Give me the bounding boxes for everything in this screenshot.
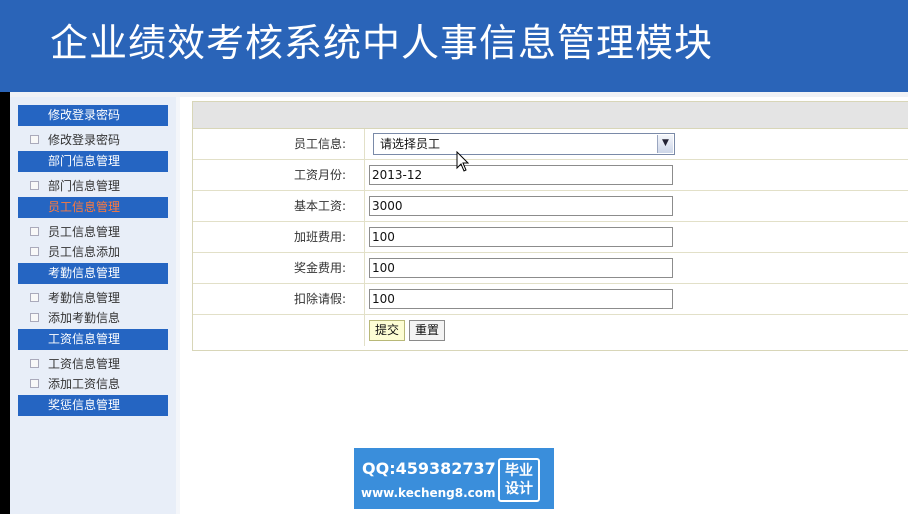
bonus-input[interactable] — [369, 258, 673, 278]
employee-select-value: 请选择员工 — [380, 137, 441, 151]
tree-node-icon — [30, 181, 39, 190]
sidebar-item-department-management[interactable]: 部门信息管理 — [30, 177, 120, 195]
reset-button[interactable]: 重置 — [409, 320, 446, 341]
form-row-deduction: 扣除请假: — [193, 284, 908, 315]
sidebar-item-label: 考勤信息管理 — [48, 291, 121, 305]
watermark-badge-line2: 设计 — [505, 481, 533, 497]
sidebar-item-salary-add[interactable]: 添加工资信息 — [30, 375, 120, 393]
sidebar: 修改登录密码 修改登录密码 部门信息管理 部门信息管理 员工信息管理 员工信息管… — [10, 97, 176, 514]
sidebar-item-change-password[interactable]: 修改登录密码 — [30, 131, 120, 149]
deduction-input[interactable] — [369, 289, 673, 309]
bonus-label: 奖金费用: — [193, 253, 365, 283]
watermark-qq: QQ:459382737 — [362, 459, 496, 478]
page-title: 企业绩效考核系统中人事信息管理模块 — [50, 21, 714, 65]
month-label: 工资月份: — [193, 160, 365, 190]
tree-node-icon — [30, 227, 39, 236]
form-row-employee: 员工信息: 请选择员工 ▼ — [193, 129, 908, 160]
tree-node-icon — [30, 293, 39, 302]
tree-node-icon — [30, 359, 39, 368]
sidebar-item-employee-add[interactable]: 员工信息添加 — [30, 243, 120, 261]
sidebar-item-label: 工资信息管理 — [48, 357, 121, 371]
sidebar-item-employee-management[interactable]: 员工信息管理 — [30, 223, 120, 241]
sidebar-item-attendance-add[interactable]: 添加考勤信息 — [30, 309, 120, 327]
watermark-url: www.kecheng8.com — [361, 486, 496, 500]
salary-form: 员工信息: 请选择员工 ▼ 工资月份: 基本工资: 加班费用: 奖金费用: — [192, 101, 908, 351]
sidebar-item-label: 部门信息管理 — [48, 179, 121, 193]
employee-select[interactable]: 请选择员工 ▼ — [373, 133, 675, 155]
overtime-label: 加班费用: — [193, 222, 365, 252]
watermark-badge-line1: 毕业 — [505, 463, 533, 479]
sidebar-item-label: 添加考勤信息 — [48, 311, 121, 325]
base-salary-input[interactable] — [369, 196, 673, 216]
menu-header-employee[interactable]: 员工信息管理 — [18, 197, 168, 218]
form-row-month: 工资月份: — [193, 160, 908, 191]
submit-button[interactable]: 提交 — [369, 320, 406, 341]
tree-node-icon — [30, 313, 39, 322]
chevron-down-icon[interactable]: ▼ — [657, 135, 673, 153]
form-row-actions: 提交 重置 — [193, 315, 908, 346]
left-edge-bar — [0, 92, 10, 514]
menu-header-salary[interactable]: 工资信息管理 — [18, 329, 168, 350]
base-salary-label: 基本工资: — [193, 191, 365, 221]
employee-label: 员工信息: — [193, 129, 365, 159]
form-header-bar — [193, 102, 908, 129]
mouse-cursor-icon — [456, 151, 470, 172]
deduction-label: 扣除请假: — [193, 284, 365, 314]
form-row-base-salary: 基本工资: — [193, 191, 908, 222]
sidebar-item-salary-management[interactable]: 工资信息管理 — [30, 355, 120, 373]
form-row-overtime: 加班费用: — [193, 222, 908, 253]
sidebar-item-attendance-management[interactable]: 考勤信息管理 — [30, 289, 120, 307]
sidebar-item-label: 员工信息管理 — [48, 225, 121, 239]
watermark-banner: QQ:459382737 www.kecheng8.com 毕业 设计 — [354, 448, 554, 509]
app-header: 企业绩效考核系统中人事信息管理模块 — [0, 0, 908, 92]
sidebar-item-label: 添加工资信息 — [48, 377, 121, 391]
watermark-badge: 毕业 设计 — [498, 458, 540, 502]
actions-label-cell — [193, 315, 365, 346]
menu-header-attendance[interactable]: 考勤信息管理 — [18, 263, 168, 284]
tree-node-icon — [30, 247, 39, 256]
tree-node-icon — [30, 379, 39, 388]
menu-header-rewards[interactable]: 奖惩信息管理 — [18, 395, 168, 416]
sidebar-item-label: 修改登录密码 — [48, 133, 121, 147]
tree-node-icon — [30, 135, 39, 144]
sidebar-item-label: 员工信息添加 — [48, 245, 121, 259]
overtime-input[interactable] — [369, 227, 673, 247]
form-row-bonus: 奖金费用: — [193, 253, 908, 284]
month-input[interactable] — [369, 165, 673, 185]
menu-header-password[interactable]: 修改登录密码 — [18, 105, 168, 126]
menu-header-department[interactable]: 部门信息管理 — [18, 151, 168, 172]
